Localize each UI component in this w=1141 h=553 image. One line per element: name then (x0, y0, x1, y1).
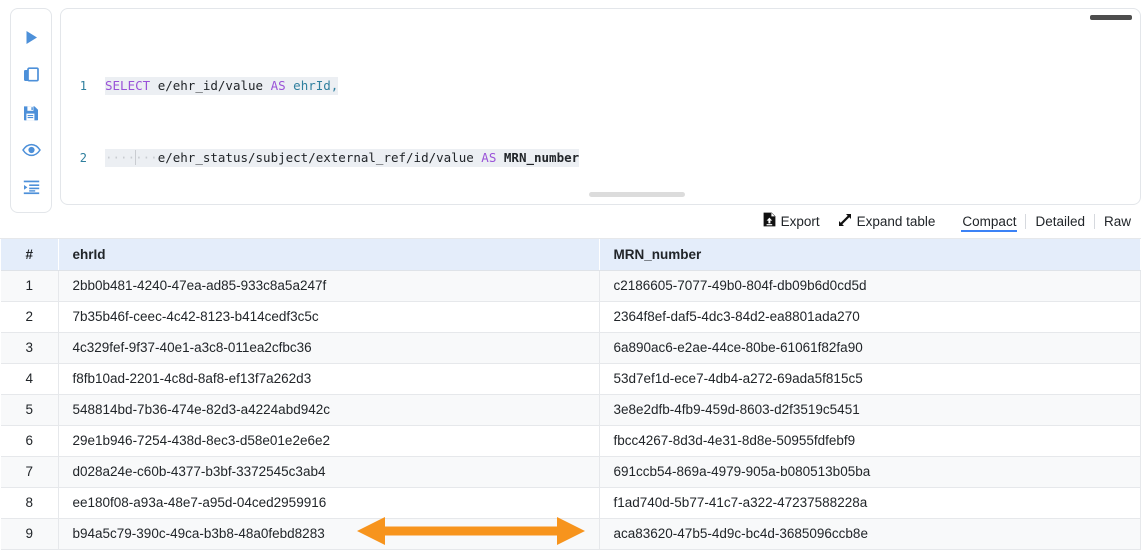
row-index: 7 (1, 456, 59, 488)
editor-vertical-scrollbar[interactable] (1090, 15, 1132, 20)
editor-tool-rail (10, 8, 52, 213)
copy-query-button[interactable] (17, 62, 45, 87)
code-line: 1 SELECT e/ehr_id/value AS ehrId, (61, 77, 1140, 95)
row-index: 3 (1, 332, 59, 364)
copy-icon (23, 66, 40, 84)
code-line: 2 ·······e/ehr_status/subject/external_r… (61, 149, 1140, 167)
table-row[interactable]: 3 4c329fef-9f37-40e1-a3c8-011ea2cfbc36 6… (1, 332, 1141, 364)
sql-alias-1: ehrId, (293, 78, 339, 93)
row-index: 1 (1, 270, 59, 302)
table-row[interactable]: 8 ee180f08-a93a-48e7-a95d-04ced2959916 f… (1, 487, 1141, 519)
save-icon (23, 105, 39, 121)
column-header-ehrid[interactable]: ehrId (58, 239, 600, 271)
table-row[interactable]: 6 29e1b946-7254-438d-8ec3-d58e01e2e6e2 f… (1, 425, 1141, 457)
row-index: 2 (1, 301, 59, 333)
cell-mrn: fbcc4267-8d3d-4e31-8d8e-50955fdfebf9 (599, 425, 1141, 457)
cell-mrn: 2364f8ef-daf5-4dc3-84d2-ea8801ada270 (599, 301, 1141, 333)
save-query-button[interactable] (17, 100, 45, 125)
eye-icon (21, 143, 41, 157)
results-table-body: 1 2bb0b481-4240-47ea-ad85-933c8a5a247f c… (1, 270, 1141, 550)
table-row[interactable]: 5 548814bd-7b36-474e-82d3-a4224abd942c 3… (1, 394, 1141, 426)
row-index: 5 (1, 394, 59, 426)
indent-list-icon (23, 180, 40, 195)
view-mode-detailed[interactable]: Detailed (1025, 213, 1094, 229)
cell-ehrid: 4c329fef-9f37-40e1-a3c8-011ea2cfbc36 (58, 332, 600, 364)
row-index: 6 (1, 425, 59, 457)
view-mode-raw[interactable]: Raw (1093, 213, 1131, 229)
code-content[interactable]: 1 SELECT e/ehr_id/value AS ehrId, 2 ····… (61, 9, 1140, 204)
cell-ehrid: b94a5c79-390c-49ca-b3b8-48a0febd8283 (58, 518, 600, 550)
table-row[interactable]: 1 2bb0b481-4240-47ea-ad85-933c8a5a247f c… (1, 270, 1141, 302)
cell-mrn: 3e8e2dfb-4fb9-459d-8603-d2f3519c5451 (599, 394, 1141, 426)
cell-mrn: 53d7ef1d-ece7-4db4-a272-69ada5f815c5 (599, 363, 1141, 395)
line-number: 1 (79, 79, 87, 93)
cell-mrn: f1ad740d-5b77-41c7-a322-47237588228a (599, 487, 1141, 519)
cell-ehrid: ee180f08-a93a-48e7-a95d-04ced2959916 (58, 487, 600, 519)
expand-table-button[interactable]: Expand table (838, 213, 936, 230)
cell-mrn: 691ccb54-869a-4979-905a-b080513b05ba (599, 456, 1141, 488)
results-table-wrapper: # ehrId MRN_number 1 2bb0b481-4240-47ea-… (0, 238, 1141, 550)
editor-horizontal-scrollbar[interactable] (589, 192, 685, 197)
row-index: 4 (1, 363, 59, 395)
table-row[interactable]: 2 7b35b46f-ceec-4c42-8123-b414cedf3c5c 2… (1, 301, 1141, 333)
cell-mrn: 6a890ac6-e2ae-44ce-80be-61061f82fa90 (599, 332, 1141, 364)
table-header-row: # ehrId MRN_number (1, 239, 1141, 271)
run-query-button[interactable] (17, 25, 45, 50)
cell-ehrid: 548814bd-7b36-474e-82d3-a4224abd942c (58, 394, 600, 426)
cell-ehrid: 7b35b46f-ceec-4c42-8123-b414cedf3c5c (58, 301, 600, 333)
run-query-icon (23, 29, 40, 46)
sql-keyword-select: SELECT (105, 78, 151, 93)
query-editor-region: 1 SELECT e/ehr_id/value AS ehrId, 2 ····… (0, 0, 1141, 222)
export-label: Export (780, 213, 820, 229)
results-action-bar: Export Expand table Compact Detailed Raw (745, 212, 1131, 232)
line-text: ·······e/ehr_status/subject/external_ref… (105, 149, 580, 167)
table-row[interactable]: 4 f8fb10ad-2201-4c8d-8af8-ef13f7a262d3 5… (1, 363, 1141, 395)
expand-arrows-icon (838, 213, 852, 230)
line-text: SELECT e/ehr_id/value AS ehrId, (105, 77, 339, 95)
results-table: # ehrId MRN_number 1 2bb0b481-4240-47ea-… (1, 239, 1141, 550)
cell-ehrid: 2bb0b481-4240-47ea-ad85-933c8a5a247f (58, 270, 600, 302)
cell-ehrid: f8fb10ad-2201-4c8d-8af8-ef13f7a262d3 (58, 363, 600, 395)
line-number: 2 (79, 151, 87, 165)
sql-keyword-as: AS (481, 150, 497, 165)
cell-ehrid: 29e1b946-7254-438d-8ec3-d58e01e2e6e2 (58, 425, 600, 457)
format-query-button[interactable] (17, 175, 45, 200)
view-mode-group: Compact Detailed Raw (953, 213, 1131, 232)
view-mode-compact[interactable]: Compact (953, 214, 1025, 232)
indent-dots: ··· (135, 150, 158, 165)
column-header-index[interactable]: # (1, 239, 59, 271)
column-header-mrn[interactable]: MRN_number (599, 239, 1141, 271)
table-row[interactable]: 7 d028a24e-c60b-4377-b3bf-3372545c3ab4 6… (1, 456, 1141, 488)
sql-alias-2: MRN_number (503, 150, 580, 165)
row-index: 9 (1, 518, 59, 550)
sql-editor-panel[interactable]: 1 SELECT e/ehr_id/value AS ehrId, 2 ····… (60, 8, 1141, 205)
table-row[interactable]: 9 b94a5c79-390c-49ca-b3b8-48a0febd8283 a… (1, 518, 1141, 550)
sql-field-1: e/ehr_id/value (157, 78, 264, 93)
export-button[interactable]: Export (763, 212, 820, 230)
row-index: 8 (1, 487, 59, 519)
cell-mrn: aca83620-47b5-4d9c-bc4d-3685096ccb8e (599, 518, 1141, 550)
indent-dots: ···· (105, 150, 136, 165)
cell-mrn: c2186605-7077-49b0-804f-db09b6d0cd5d (599, 270, 1141, 302)
export-icon (763, 212, 776, 230)
sql-keyword-as: AS (270, 78, 286, 93)
cell-ehrid: d028a24e-c60b-4377-b3bf-3372545c3ab4 (58, 456, 600, 488)
expand-table-label: Expand table (856, 213, 936, 229)
sql-field-2: e/ehr_status/subject/external_ref/id/val… (157, 150, 474, 165)
preview-query-button[interactable] (17, 137, 45, 162)
